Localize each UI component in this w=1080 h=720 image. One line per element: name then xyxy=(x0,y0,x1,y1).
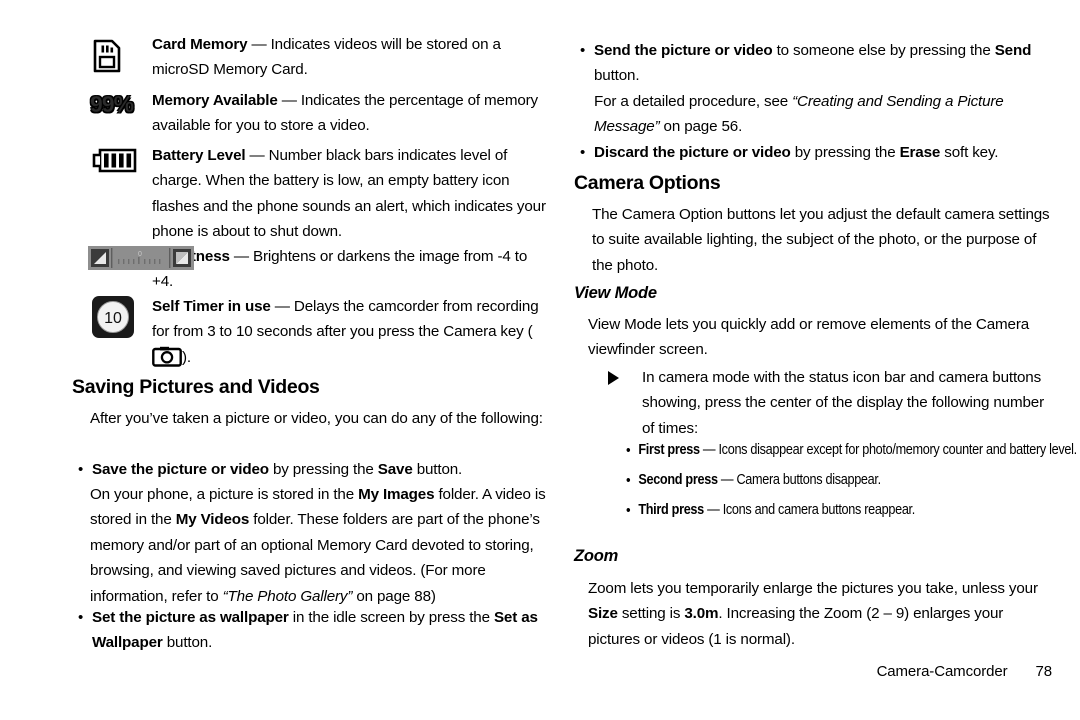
memory-available-99-percent-icon: 99% xyxy=(90,91,134,117)
footer-page-number: 78 xyxy=(1035,663,1053,680)
self-timer-text: Self Timer in use — Delays the camcorder… xyxy=(152,294,546,375)
icon-item-card-memory: Card Memory — Indicates videos will be s… xyxy=(66,32,546,83)
bullet-discard-lead: Discard the picture or video xyxy=(594,144,791,161)
camera-options-paragraph: The Camera Option buttons let you adjust… xyxy=(592,206,1050,274)
press-list-item: • Second press — Camera buttons disappea… xyxy=(626,470,1078,491)
icon-item-battery-level: Battery Level — Number black bars indica… xyxy=(66,143,546,245)
view-mode-step: In camera mode with the status icon bar … xyxy=(608,365,1048,441)
brightness-text: Brightness — Brightens or darkens the im… xyxy=(152,244,546,295)
save-detail-photo-gallery-ref: “The Photo Gallery” xyxy=(222,587,353,605)
bullet-wallpaper-rest2: button. xyxy=(162,634,213,652)
zoom-paragraph: Zoom lets you temporarily enlarge the pi… xyxy=(588,576,1048,652)
press-third-lead: Third press xyxy=(638,502,704,518)
bullet-save-mid: Save xyxy=(377,461,413,478)
bullet-dot-icon: • xyxy=(580,144,586,161)
bullet-send-picture: • Send the picture or video to someone e… xyxy=(580,38,1056,89)
bullet-dot-icon: • xyxy=(580,42,586,59)
left-column: Card Memory — Indicates videos will be s… xyxy=(66,0,546,720)
bullet-save-rest1: by pressing the xyxy=(268,461,378,478)
bullet-send-mid: Send xyxy=(994,42,1032,59)
footer-section-label: Camera-Camcorder xyxy=(876,663,1008,680)
bullet-save-lead: Save the picture or video xyxy=(92,461,269,478)
zoom-t1: Zoom lets you temporarily enlarge the pi… xyxy=(588,580,1038,597)
bullet-dot-icon: • xyxy=(626,502,631,519)
view-mode-paragraph: View Mode lets you quickly add or remove… xyxy=(588,316,1030,359)
press-first-dash: — xyxy=(699,442,719,458)
bullet-discard-mid: Erase xyxy=(899,144,941,161)
save-detail-t1: On your phone, a picture is stored in th… xyxy=(90,486,359,503)
self-timer-10-icon: 10 xyxy=(92,296,134,343)
bullet-dot-icon: • xyxy=(626,442,631,459)
dash-1: — xyxy=(277,92,301,109)
press-list-item: • First press — Icons disappear except f… xyxy=(626,440,1078,461)
icon-item-brightness: 0 Brightness — Brightens or darkens the … xyxy=(66,244,546,295)
svg-text:10: 10 xyxy=(104,310,122,327)
save-detail-paragraph: On your phone, a picture is stored in th… xyxy=(90,482,552,609)
bullet-save-rest2: button. xyxy=(412,461,463,478)
zoom-t2: setting is xyxy=(617,605,685,623)
bullet-dot-icon: • xyxy=(626,472,631,489)
bullet-dot-icon: • xyxy=(78,609,84,626)
send-detail-t1: For a detailed procedure, see xyxy=(594,93,793,110)
save-detail-t4: on page 88) xyxy=(352,587,436,605)
press-second-dash: — xyxy=(717,472,737,488)
dash-3: — xyxy=(229,248,254,265)
page-footer: Camera-Camcorder 78 xyxy=(876,663,1053,680)
subheading-zoom: Zoom xyxy=(574,547,619,565)
press-list-item: • Third press — Icons and camera buttons… xyxy=(626,500,1078,521)
dash-2: — xyxy=(245,147,269,164)
press-list: • First press — Icons disappear except f… xyxy=(626,440,1080,521)
bullet-send-rest2: button. xyxy=(594,67,640,85)
press-third-dash: — xyxy=(703,502,723,518)
bullet-save-picture: • Save the picture or video by pressing … xyxy=(78,457,558,482)
press-first-rest: Icons disappear except for photo/memory … xyxy=(718,442,1077,458)
brightness-slider-icon: 0 xyxy=(88,246,194,275)
page-heading-saving-pictures: Saving Pictures and Videos xyxy=(72,376,320,398)
press-second-lead: Second press xyxy=(638,472,718,488)
page-heading-camera-options: Camera Options xyxy=(574,172,721,194)
svg-text:0: 0 xyxy=(138,251,142,258)
icon-item-self-timer: 10 Self Timer in use — Delays the camcor… xyxy=(66,294,546,375)
bullet-wallpaper-rest1: in the idle screen by press the xyxy=(288,609,494,626)
bullet-send-lead: Send the picture or video xyxy=(594,42,773,59)
bullet-wallpaper-lead: Set the picture as wallpaper xyxy=(92,609,289,626)
desc-self-timer-after: ). xyxy=(182,348,191,366)
saving-intro-paragraph: After you’ve taken a picture or video, y… xyxy=(90,410,543,427)
bullet-send-rest1: to someone else by pressing the xyxy=(772,42,995,59)
press-first-lead: First press xyxy=(638,442,700,458)
card-memory-text: Card Memory — Indicates videos will be s… xyxy=(152,32,546,83)
zoom-size-bold: Size xyxy=(588,605,618,623)
zoom-value-bold: 3.0m xyxy=(684,605,719,623)
triangle-bullet-icon xyxy=(608,371,619,385)
bullet-discard-rest2: soft key. xyxy=(940,144,999,161)
save-detail-my-images: My Images xyxy=(358,486,435,503)
press-third-rest: Icons and camera buttons reappear. xyxy=(722,502,916,518)
term-card-memory: Card Memory xyxy=(152,36,248,53)
battery-level-text: Battery Level — Number black bars indica… xyxy=(152,143,546,245)
manual-page: Card Memory — Indicates videos will be s… xyxy=(0,0,1080,720)
camera-key-icon xyxy=(152,346,182,375)
term-battery-level: Battery Level xyxy=(152,147,246,164)
battery-level-icon xyxy=(90,147,138,179)
send-detail-paragraph: For a detailed procedure, see “Creating … xyxy=(594,89,1044,140)
save-detail-my-videos: My Videos xyxy=(175,511,250,529)
term-memory-available: Memory Available xyxy=(152,92,278,109)
sd-card-icon xyxy=(92,38,122,79)
bullet-discard-rest1: by pressing the xyxy=(790,144,900,161)
dash-4: — xyxy=(270,298,294,315)
bullet-dot-icon: • xyxy=(78,461,84,478)
press-second-rest: Camera buttons disappear. xyxy=(736,472,881,488)
memory-available-text: Memory Available — Indicates the percent… xyxy=(152,88,546,139)
icon-item-memory-available: 99% Memory Available — Indicates the per… xyxy=(66,88,546,139)
term-self-timer: Self Timer in use xyxy=(152,298,271,315)
right-column: • Send the picture or video to someone e… xyxy=(572,0,1077,720)
subheading-view-mode: View Mode xyxy=(574,284,657,302)
send-detail-t2: on page 56. xyxy=(659,118,743,136)
bullet-discard-picture: • Discard the picture or video by pressi… xyxy=(580,140,1056,165)
dash-0: — xyxy=(247,36,271,53)
bullet-set-wallpaper: • Set the picture as wallpaper in the id… xyxy=(78,605,558,656)
view-mode-step-text: In camera mode with the status icon bar … xyxy=(642,369,1044,437)
